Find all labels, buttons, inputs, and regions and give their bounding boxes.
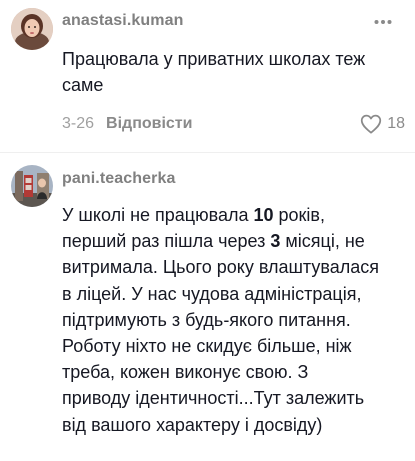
comment-item: pani.teacherka У школі не працювала 10 р…	[0, 160, 415, 461]
like-count: 18	[387, 115, 405, 132]
comment-text: Працювала у приватних школах теж саме	[62, 49, 366, 96]
comment-item: anastasi.kuman Працювала у приватних шко…	[0, 0, 415, 150]
avatar[interactable]	[11, 165, 53, 207]
heart-outline-icon	[361, 114, 382, 134]
more-horizontal-icon	[374, 20, 392, 24]
comment-date: 3-26	[62, 115, 95, 132]
divider	[0, 152, 415, 153]
comment-text-number: 10	[253, 205, 274, 225]
comment-username[interactable]: pani.teacherka	[62, 170, 175, 188]
comment-text: У школі не працювала 10 років, перший ра…	[62, 202, 402, 438]
comment-text-part: місяці, не витримала. Цього року влаштув…	[62, 231, 379, 435]
like-button[interactable]: 18	[360, 114, 405, 134]
more-options-button[interactable]	[373, 12, 393, 32]
avatar[interactable]	[11, 8, 53, 50]
comment-text-part: У школі не працювала	[62, 205, 254, 225]
comment-meta: 3-26 Відповісти 18	[62, 112, 405, 136]
comment-text-number: 3	[270, 231, 281, 252]
comment-username[interactable]: anastasi.kuman	[62, 12, 183, 30]
reply-button[interactable]: Відповісти	[106, 115, 192, 133]
